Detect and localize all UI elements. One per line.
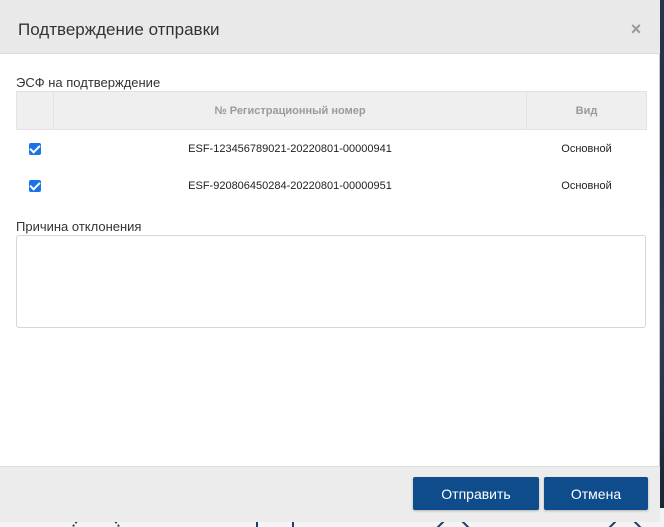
cancel-button[interactable]: Отмена (544, 477, 648, 510)
kind-cell: Основной (561, 142, 612, 155)
esf-section-label: ЭСФ на подтверждение (16, 75, 161, 90)
kind-cell: Основной (561, 179, 612, 192)
registration-number-cell: ESF-920806450284-20220801-00000951 (188, 179, 392, 192)
send-button[interactable]: Отправить (413, 477, 539, 510)
dialog-title: Подтверждение отправки (18, 20, 220, 39)
table-row: ESF-123456789021-20220801-00000941 Основ… (17, 130, 647, 168)
table-row: ESF-920806450284-20220801-00000951 Основ… (17, 167, 647, 204)
dialog-footer: Отправить Отмена (0, 466, 660, 522)
row-select-cell (17, 130, 54, 168)
registration-number-cell: ESF-123456789021-20220801-00000941 (188, 142, 392, 155)
esf-table: № Регистрационный номер Вид ESF-12345678… (16, 91, 647, 204)
table-header-row: № Регистрационный номер Вид (16, 91, 647, 130)
close-icon[interactable]: × (628, 19, 644, 39)
row-select-cell (17, 167, 54, 204)
row-checkbox[interactable] (29, 142, 41, 155)
rejection-reason-label: Причина отклонения (16, 219, 142, 234)
select-column-header (16, 91, 54, 130)
number-column-header[interactable]: № Регистрационный номер (53, 91, 527, 130)
dialog-header: Подтверждение отправки × (0, 0, 660, 54)
confirm-send-dialog: Подтверждение отправки × ЭСФ на подтверж… (0, 0, 660, 522)
kind-column-header[interactable]: Вид (526, 91, 647, 130)
rejection-reason-input[interactable] (16, 235, 646, 328)
row-checkbox[interactable] (29, 179, 41, 192)
